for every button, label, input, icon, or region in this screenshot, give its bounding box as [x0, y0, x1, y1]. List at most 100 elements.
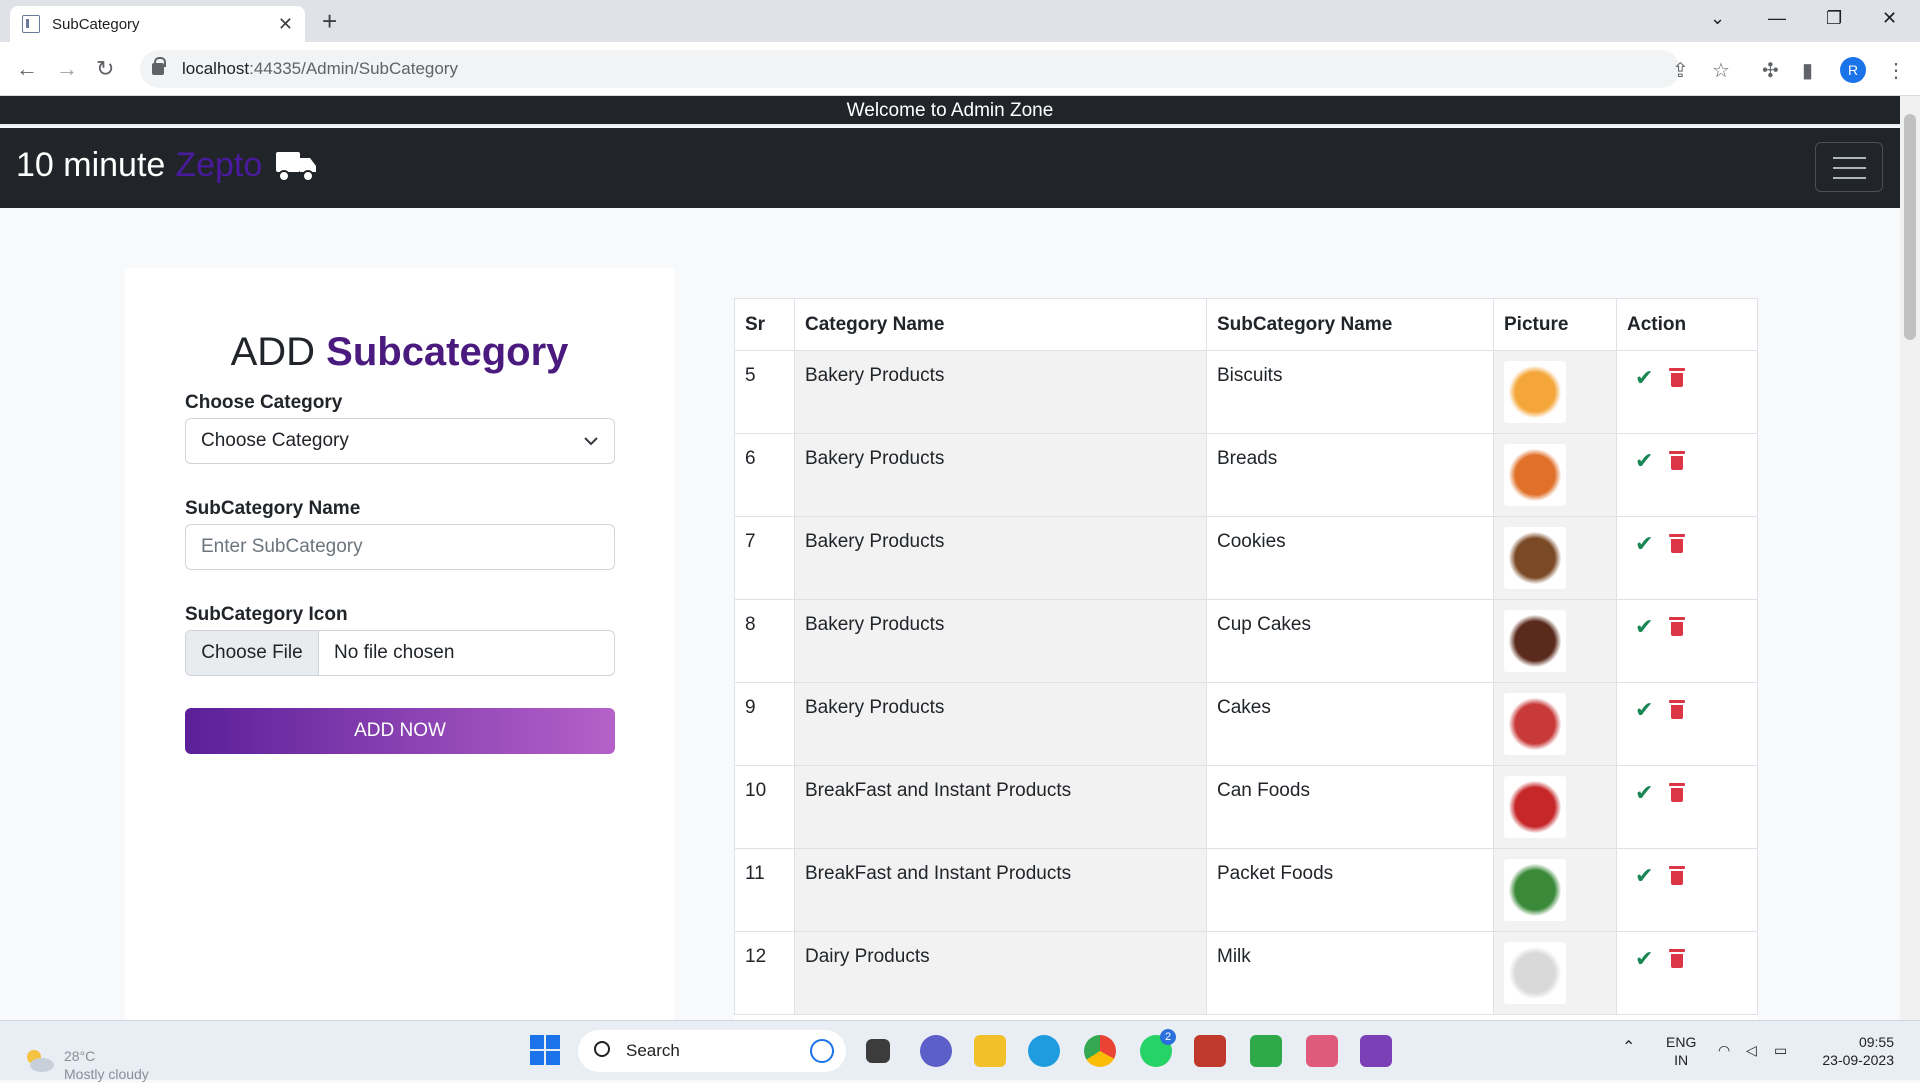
- brand-accent: Zepto: [175, 146, 263, 184]
- header-picture: Picture: [1493, 298, 1617, 351]
- taskbar-search-box[interactable]: Search: [578, 1030, 846, 1072]
- bookmark-star-icon[interactable]: ☆: [1712, 58, 1730, 83]
- delete-trash-icon[interactable]: [1669, 783, 1686, 802]
- back-icon[interactable]: ←: [16, 56, 38, 82]
- scrollbar-thumb[interactable]: [1904, 114, 1916, 340]
- profile-avatar[interactable]: R: [1840, 57, 1866, 83]
- brand-logo[interactable]: 10 minute Zepto: [16, 146, 318, 185]
- category-label: Choose Category: [185, 392, 343, 413]
- language-top: ENG: [1666, 1034, 1697, 1050]
- table-row: 11 BreakFast and Instant Products Packet F…: [734, 848, 1758, 932]
- page-favicon-icon: [22, 15, 40, 33]
- whatsapp-badge: 2: [1160, 1029, 1176, 1045]
- header-subcategory: SubCategory Name: [1206, 298, 1494, 351]
- welcome-banner: Welcome to Admin Zone: [0, 96, 1900, 126]
- delete-trash-icon[interactable]: [1669, 700, 1686, 719]
- delete-trash-icon[interactable]: [1669, 866, 1686, 885]
- subcategory-thumbnail: [1504, 942, 1566, 1004]
- share-icon[interactable]: ⇪: [1672, 58, 1689, 83]
- delete-trash-icon[interactable]: [1669, 368, 1686, 387]
- browser-menu-icon[interactable]: ⋮: [1886, 58, 1906, 83]
- task-view-icon[interactable]: [866, 1039, 890, 1063]
- subcategory-table: Sr Category Name SubCategory Name Pictur…: [734, 298, 1758, 1015]
- edit-check-icon[interactable]: ✔: [1635, 946, 1653, 971]
- tab-search-icon[interactable]: ⌄: [1710, 8, 1725, 29]
- edit-check-icon[interactable]: ✔: [1635, 697, 1653, 722]
- edit-check-icon[interactable]: ✔: [1635, 448, 1653, 473]
- cell-category: Dairy Products: [794, 931, 1207, 1015]
- windows-start-icon[interactable]: [530, 1035, 560, 1065]
- cell-subcategory: Cup Cakes: [1206, 599, 1494, 683]
- teams-chat-icon[interactable]: [920, 1035, 952, 1067]
- minimize-icon[interactable]: —: [1768, 8, 1786, 29]
- reload-icon[interactable]: ↻: [96, 56, 114, 82]
- volume-icon[interactable]: ◁: [1746, 1041, 1757, 1059]
- excel-tool-icon[interactable]: [1250, 1035, 1282, 1067]
- subcategory-name-input[interactable]: Enter SubCategory: [185, 524, 615, 570]
- close-tab-icon[interactable]: ✕: [278, 14, 293, 35]
- choose-file-button[interactable]: Choose File: [186, 631, 319, 675]
- edit-check-icon[interactable]: ✔: [1635, 863, 1653, 888]
- visual-studio-icon[interactable]: [1360, 1035, 1392, 1067]
- snipping-tool-icon[interactable]: [1306, 1035, 1338, 1067]
- cell-action: ✔: [1616, 599, 1758, 683]
- cell-subcategory: Cookies: [1206, 516, 1494, 600]
- edge-browser-icon[interactable]: [1028, 1035, 1060, 1067]
- delete-trash-icon[interactable]: [1669, 451, 1686, 470]
- chrome-icon[interactable]: [1084, 1035, 1116, 1067]
- forward-icon[interactable]: →: [56, 56, 78, 82]
- delete-trash-icon[interactable]: [1669, 949, 1686, 968]
- cell-category: Bakery Products: [794, 350, 1207, 434]
- edit-check-icon[interactable]: ✔: [1635, 365, 1653, 390]
- table-row: 6 Bakery Products Breads ✔: [734, 433, 1758, 517]
- subcategory-thumbnail: [1504, 444, 1566, 506]
- navbar-toggler-button[interactable]: [1815, 142, 1883, 192]
- cell-sr: 6: [734, 433, 795, 517]
- edit-check-icon[interactable]: ✔: [1635, 614, 1653, 639]
- table-row: 8 Bakery Products Cup Cakes ✔: [734, 599, 1758, 683]
- close-window-icon[interactable]: ✕: [1882, 8, 1897, 29]
- whatsapp-icon[interactable]: 2: [1140, 1029, 1176, 1067]
- bing-icon[interactable]: [810, 1039, 834, 1063]
- cell-category: Bakery Products: [794, 516, 1207, 600]
- show-hidden-icons-chevron[interactable]: ⌃: [1622, 1039, 1635, 1057]
- table-row: 5 Bakery Products Biscuits ✔: [734, 350, 1758, 434]
- new-tab-icon[interactable]: +: [322, 6, 337, 37]
- edit-check-icon[interactable]: ✔: [1635, 531, 1653, 556]
- delete-trash-icon[interactable]: [1669, 617, 1686, 636]
- add-subcategory-form: ADD Subcategory Choose Category Choose C…: [125, 268, 674, 1020]
- language-bottom: IN: [1674, 1052, 1689, 1068]
- delete-trash-icon[interactable]: [1669, 534, 1686, 553]
- cell-action: ✔: [1616, 516, 1758, 600]
- cell-category: Bakery Products: [794, 599, 1207, 683]
- taskbar-search-label: Search: [626, 1041, 680, 1060]
- subcategory-thumbnail: [1504, 527, 1566, 589]
- search-icon: [594, 1041, 610, 1057]
- winrar-icon[interactable]: [1194, 1035, 1226, 1067]
- url-path: :44335/Admin/SubCategory: [249, 59, 458, 78]
- table-row: 9 Bakery Products Cakes ✔: [734, 682, 1758, 766]
- wifi-icon[interactable]: ◠: [1718, 1041, 1730, 1059]
- battery-icon[interactable]: ▭: [1774, 1041, 1787, 1059]
- clock[interactable]: 09:55 23-09-2023: [1814, 1033, 1894, 1069]
- icon-file-input[interactable]: Choose File No file chosen: [185, 630, 615, 676]
- maximize-icon[interactable]: ❐: [1826, 8, 1842, 29]
- subcategory-thumbnail: [1504, 361, 1566, 423]
- cell-picture: [1493, 848, 1617, 932]
- form-title-accent: Subcategory: [326, 330, 569, 374]
- cell-category: BreakFast and Instant Products: [794, 848, 1207, 932]
- cell-picture: [1493, 433, 1617, 517]
- cell-sr: 8: [734, 599, 795, 683]
- add-now-button[interactable]: ADD NOW: [185, 708, 615, 754]
- page-scrollbar[interactable]: [1900, 96, 1920, 1020]
- brand-main: 10 minute: [16, 146, 166, 184]
- category-select[interactable]: Choose Category: [185, 418, 615, 464]
- browser-tab[interactable]: SubCategory ✕: [10, 6, 305, 42]
- extensions-icon[interactable]: ✣: [1762, 58, 1779, 83]
- file-explorer-icon[interactable]: [974, 1035, 1006, 1067]
- address-bar[interactable]: localhost:44335/Admin/SubCategory: [140, 50, 1680, 88]
- edit-check-icon[interactable]: ✔: [1635, 780, 1653, 805]
- language-indicator[interactable]: ENG IN: [1666, 1033, 1696, 1069]
- weather-widget[interactable]: 28°C Mostly cloudy: [64, 1047, 149, 1083]
- side-panel-icon[interactable]: ▮: [1802, 58, 1813, 83]
